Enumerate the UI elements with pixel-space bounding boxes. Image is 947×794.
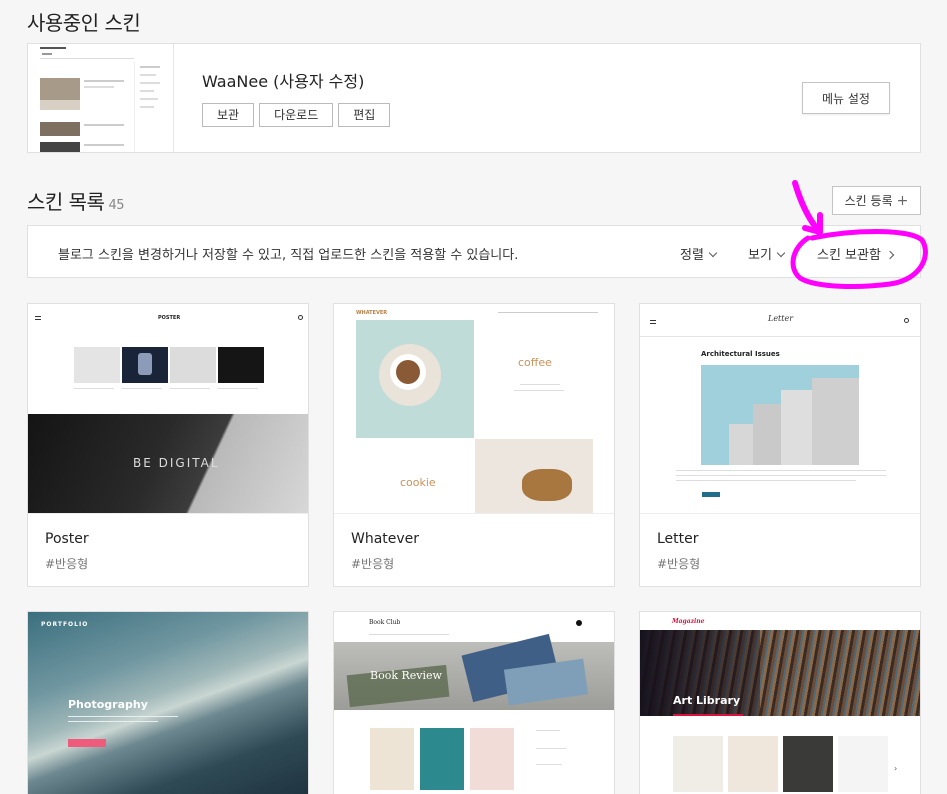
skin-tag: #반응형 — [657, 557, 701, 571]
chevron-down-icon — [776, 248, 786, 258]
skin-card-letter[interactable]: Letter Architectural Issues Letter #반응형 — [639, 303, 921, 587]
poster-banner-text: BE DIGITAL — [133, 456, 220, 470]
archive-button[interactable]: 보관 — [202, 103, 255, 127]
skin-tag: #반응형 — [351, 557, 395, 571]
skin-card-photography[interactable]: PORTFOLIO Photography — [27, 611, 309, 794]
view-dropdown[interactable]: 보기 — [748, 244, 786, 263]
skin-preview-letter: Letter Architectural Issues — [640, 304, 920, 514]
skin-card-whatever[interactable]: WHATEVER coffee cookie Whatever #반응형 — [333, 303, 615, 587]
edit-button[interactable]: 편집 — [338, 103, 391, 127]
skin-card-poster[interactable]: POSTER BE DIGITAL Poster #반응형 — [27, 303, 309, 587]
current-skin-panel: WaaNee (사용자 수정) 보관 다운로드 편집 메뉴 설정 — [27, 43, 921, 153]
register-skin-button[interactable]: 스킨 등록 + — [832, 186, 921, 215]
skin-card-magazine[interactable]: Magazine Art Library › — [639, 611, 921, 794]
skin-count: 45 — [108, 198, 125, 213]
sort-dropdown[interactable]: 정렬 — [680, 244, 718, 263]
plus-icon: + — [896, 193, 909, 209]
download-button[interactable]: 다운로드 — [259, 103, 334, 127]
skin-tag: #반응형 — [45, 557, 89, 571]
menu-settings-button[interactable]: 메뉴 설정 — [802, 82, 890, 114]
current-skin-name: WaaNee (사용자 수정) — [202, 72, 365, 91]
skin-preview-photography: PORTFOLIO Photography — [28, 612, 308, 794]
current-skin-thumbnail[interactable] — [28, 44, 174, 152]
skin-card-book-club[interactable]: Book Club Book Review — [333, 611, 615, 794]
skin-preview-poster: POSTER BE DIGITAL — [28, 304, 308, 514]
skin-name: Whatever — [351, 531, 420, 547]
chevron-right-icon — [885, 250, 895, 260]
skin-name: Poster — [45, 531, 89, 547]
skin-preview-book-club: Book Club Book Review — [334, 612, 614, 794]
skin-name: Letter — [657, 531, 699, 547]
skin-preview-whatever: WHATEVER coffee cookie — [334, 304, 614, 514]
skin-info-bar: 블로그 스킨을 변경하거나 저장할 수 있고, 직접 업로드한 스킨을 적용할 … — [27, 225, 921, 278]
skin-list-title: 스킨 목록 45 — [27, 190, 125, 214]
info-text: 블로그 스킨을 변경하거나 저장할 수 있고, 직접 업로드한 스킨을 적용할 … — [58, 248, 519, 263]
current-skin-title: 사용중인 스킨 — [27, 11, 141, 35]
chevron-down-icon — [708, 248, 718, 258]
skin-storage-link[interactable]: 스킨 보관함 — [817, 244, 895, 263]
skin-preview-magazine: Magazine Art Library › — [640, 612, 920, 794]
